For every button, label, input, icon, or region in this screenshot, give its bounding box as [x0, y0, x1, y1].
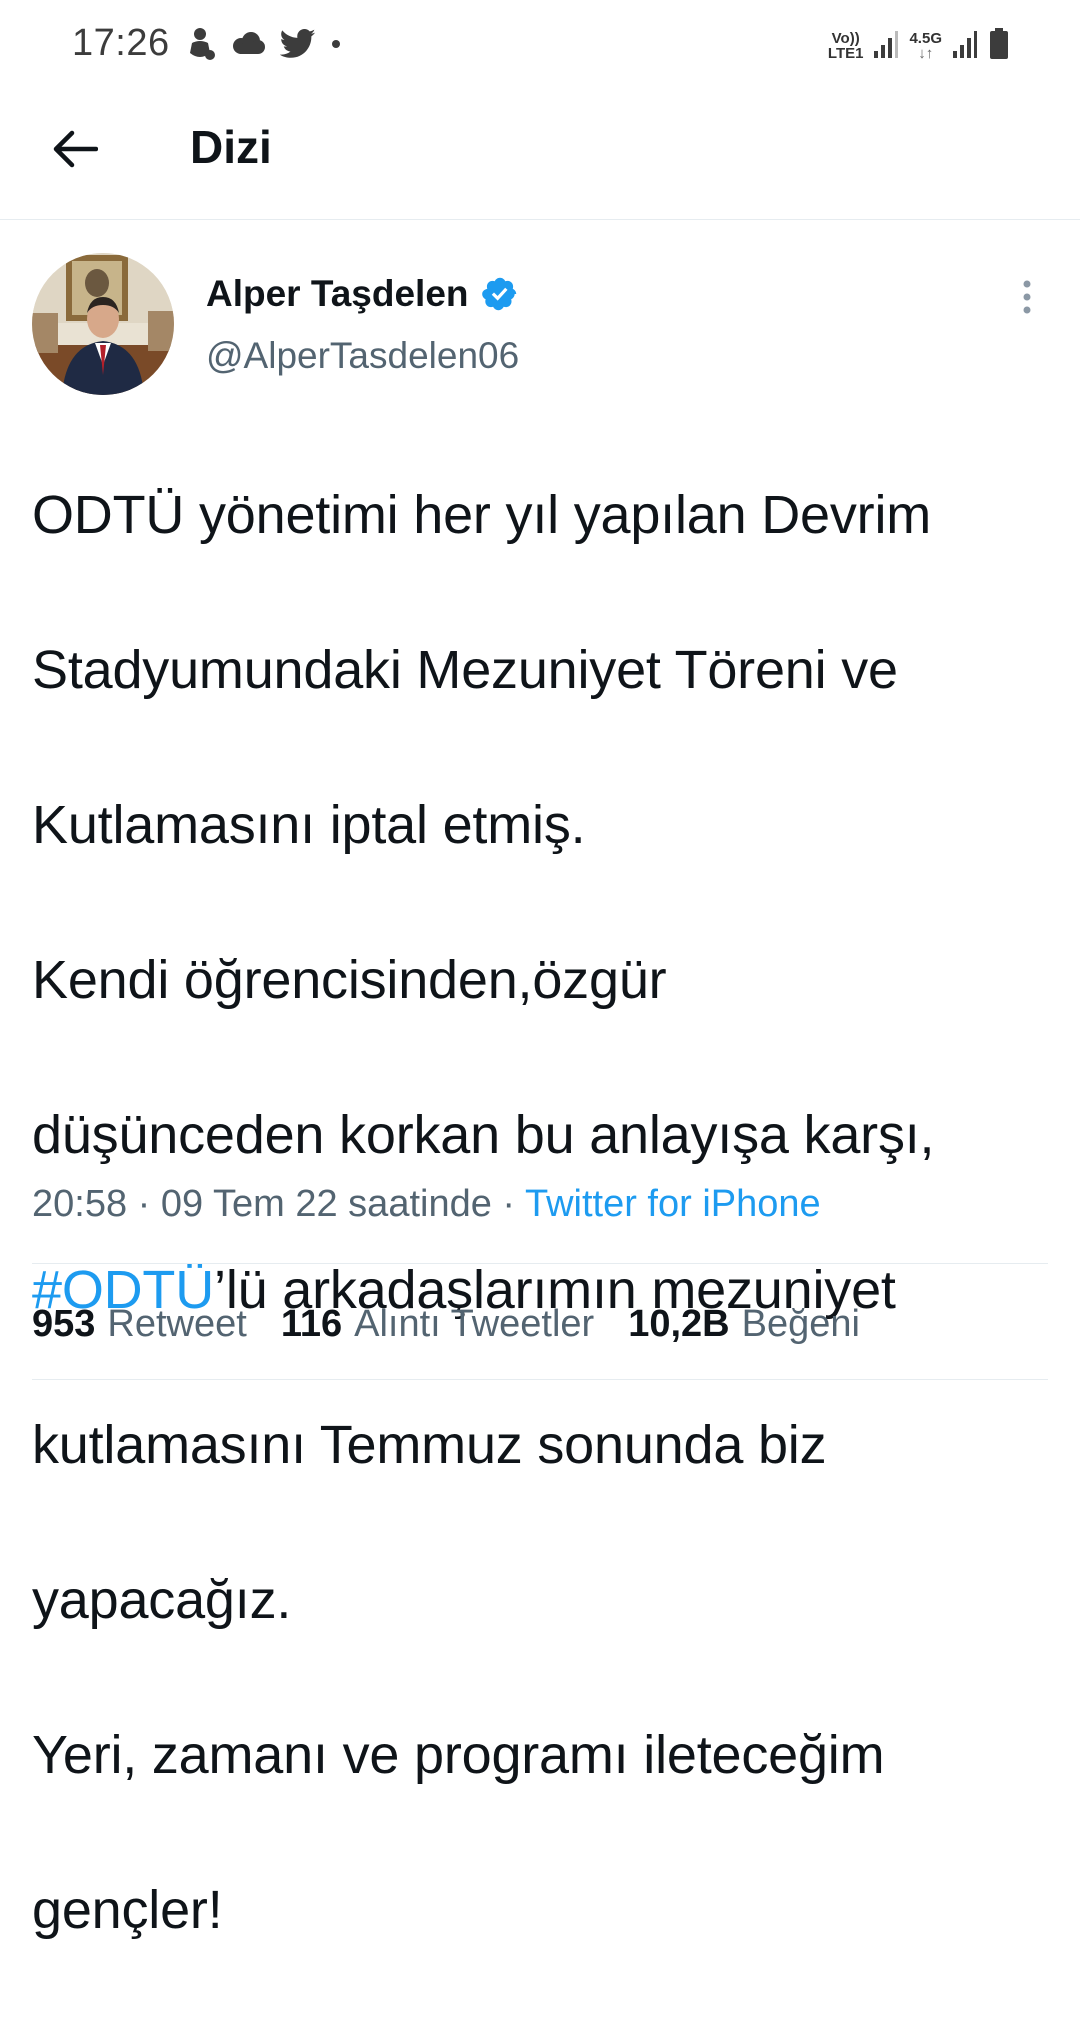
battery-icon: [988, 27, 1010, 66]
tweet-text-line: yapacağız.: [32, 1569, 292, 1630]
author-name[interactable]: Alper Taşdelen: [206, 273, 519, 315]
retweet-count[interactable]: 953 Retweet: [32, 1303, 247, 1346]
stat-count: 116: [280, 1302, 343, 1345]
tweet-text-line: gençler!: [32, 1879, 223, 1940]
more-options-button[interactable]: [1010, 275, 1044, 319]
tweet-text-line: Kutlamasını iptal etmiş.: [32, 794, 586, 855]
data-arrows-icon: ↓↑: [918, 45, 934, 62]
signal-icon-2: [952, 29, 978, 64]
lte-label: LTE1: [827, 45, 864, 62]
author-name-text: Alper Taşdelen: [206, 273, 469, 314]
page-title: Dizi: [190, 121, 272, 173]
tweet-text-line: Yeri, zamanı ve programı ileteceğim: [32, 1724, 885, 1785]
network-type-label: 4.5G: [909, 30, 942, 47]
tweet-timestamp: 20:58 · 09 Tem 22 saatinde · Twitter for…: [32, 1183, 821, 1226]
tweet-text-line: ODTÜ yönetimi her yıl yapılan Devrim: [32, 484, 932, 545]
volte-indicator: Vo)) LTE1: [828, 31, 864, 61]
signal-icon: [873, 29, 899, 64]
notification-icons: [186, 26, 342, 66]
quote-tweet-count[interactable]: 116 Alıntı Tweetler: [281, 1303, 594, 1346]
network-type-indicator: 4.5G ↓↑: [909, 31, 942, 61]
avatar-image: [32, 253, 174, 395]
tweet-source-link[interactable]: Twitter for iPhone: [525, 1183, 821, 1225]
stat-label: Alıntı Tweetler: [354, 1302, 595, 1345]
author-handle[interactable]: @AlperTasdelen06: [206, 335, 519, 377]
divider: [32, 1379, 1048, 1380]
dot-icon: [330, 37, 342, 55]
tweet-text-line: kutlamasını Temmuz sonunda biz: [32, 1414, 827, 1475]
meta-separator: ·: [491, 1183, 525, 1225]
arrow-left-icon: [53, 130, 98, 168]
verified-badge-icon: [481, 277, 516, 311]
stat-label: Beğeni: [741, 1302, 860, 1345]
tweet-text-line: düşünceden korkan bu anlayışa karşı,: [32, 1104, 935, 1165]
volte-label: Vo)): [831, 30, 860, 47]
more-vertical-icon: [1023, 280, 1031, 314]
tweet-date[interactable]: 09 Tem 22 saatinde: [161, 1183, 492, 1225]
app-bar: Dizi: [0, 92, 1080, 220]
system-status-icons: Vo)) LTE1 4.5G ↓↑: [828, 24, 1010, 68]
stat-count: 953: [32, 1302, 96, 1345]
tweet-time[interactable]: 20:58: [32, 1183, 127, 1225]
status-time: 17:26: [72, 22, 170, 64]
tweet-text-line: Stadyumundaki Mezuniyet Töreni ve: [32, 639, 898, 700]
back-button[interactable]: [40, 114, 110, 184]
avatar[interactable]: [32, 253, 174, 395]
like-count[interactable]: 10,2B Beğeni: [628, 1303, 860, 1346]
twitter-bird-icon: [279, 28, 316, 64]
baby-icon: [186, 27, 216, 66]
cloud-icon: [230, 31, 266, 62]
stat-label: Retweet: [107, 1302, 247, 1345]
stat-count: 10,2B: [628, 1302, 730, 1345]
meta-separator: ·: [127, 1183, 161, 1225]
tweet-stats: 953 Retweet 116 Alıntı Tweetler 10,2B Be…: [32, 1301, 894, 1347]
tweet-text-line: Kendi öğrencisinden,özgür: [32, 949, 667, 1010]
status-bar: 17:26 Vo)) LTE1 4.5G ↓↑: [0, 0, 1080, 92]
divider: [32, 1263, 1048, 1264]
